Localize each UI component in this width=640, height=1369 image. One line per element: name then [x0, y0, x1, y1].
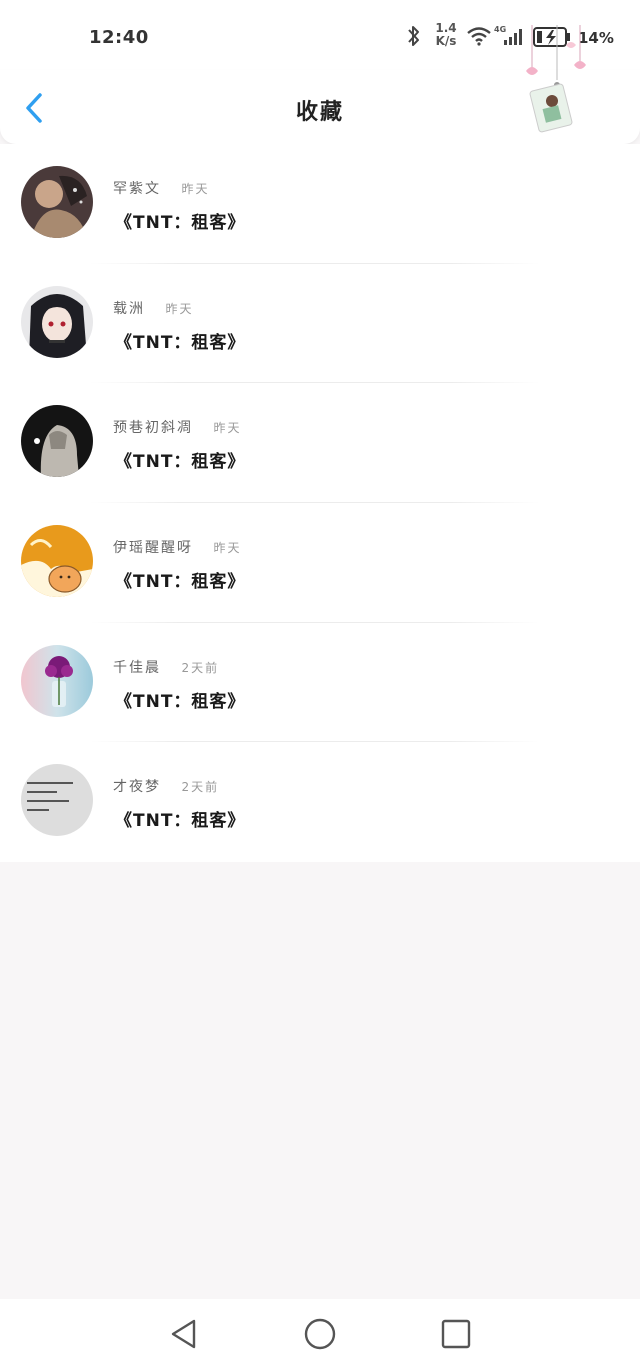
decorative-charm-icon	[526, 25, 586, 133]
favorites-list: 罕紫文 昨天 《TNT：租客》 载洲 昨天 《TNT：租客》 预巷初斜凋 昨天 …	[0, 144, 640, 862]
avatar[interactable]	[21, 644, 93, 717]
avatar-flower-vase-image	[21, 644, 93, 717]
avatar-hooded-figure-image	[21, 405, 93, 478]
work-title[interactable]: 《TNT：租客》	[115, 567, 245, 592]
status-time: 12:40	[89, 27, 149, 48]
item-time: 昨天	[181, 182, 210, 196]
item-meta: 伊瑶醒醒呀 昨天	[113, 537, 241, 557]
avatar[interactable]	[21, 285, 93, 358]
item-time: 2天前	[181, 780, 220, 795]
user-name[interactable]: 预巷初斜凋	[113, 420, 193, 436]
list-item[interactable]: 才夜梦 2天前 《TNT：租客》	[0, 742, 640, 862]
system-nav-bar	[0, 1299, 640, 1369]
user-name[interactable]: 伊瑶醒醒呀	[113, 540, 193, 556]
avatar[interactable]	[21, 525, 93, 598]
item-meta: 才夜梦 2天前	[113, 776, 219, 796]
avatar[interactable]	[21, 405, 93, 478]
item-meta: 罕紫文 昨天	[113, 178, 209, 198]
item-time: 昨天	[213, 541, 242, 556]
work-title[interactable]: 《TNT：租客》	[115, 687, 245, 712]
avatar-text-image	[21, 764, 93, 837]
work-title[interactable]: 《TNT：租客》	[115, 447, 245, 472]
avatar[interactable]	[21, 166, 93, 238]
work-title[interactable]: 《TNT：租客》	[115, 208, 245, 233]
list-item[interactable]: 载洲 昨天 《TNT：租客》	[0, 264, 640, 384]
user-name[interactable]: 罕紫文	[113, 181, 161, 197]
bluetooth-icon	[408, 26, 419, 46]
page-header: 收藏	[0, 25, 640, 144]
work-title[interactable]: 《TNT：租客》	[115, 806, 245, 831]
item-meta: 预巷初斜凋 昨天	[113, 417, 241, 437]
list-item[interactable]: 伊瑶醒醒呀 昨天 《TNT：租客》	[0, 503, 640, 623]
wifi-icon	[467, 27, 491, 46]
item-time: 昨天	[165, 301, 194, 316]
back-triangle-icon[interactable]	[168, 1317, 200, 1351]
avatar-cartoon-cat-image	[21, 525, 93, 598]
list-item[interactable]: 预巷初斜凋 昨天 《TNT：租客》	[0, 383, 640, 504]
list-item[interactable]: 千佳晨 2天前 《TNT：租客》	[0, 623, 640, 743]
user-name[interactable]: 千佳晨	[113, 660, 161, 676]
network-speed: 1.4 K/s	[433, 22, 459, 48]
item-meta: 载洲 昨天	[113, 298, 193, 318]
avatar-photo-image	[21, 166, 93, 238]
user-name[interactable]: 载洲	[113, 301, 145, 317]
item-meta: 千佳晨 2天前	[113, 657, 219, 677]
avatar[interactable]	[21, 764, 93, 837]
work-title[interactable]: 《TNT：租客》	[115, 328, 245, 353]
network-speed-unit: K/s	[435, 34, 457, 48]
recents-square-icon[interactable]	[440, 1317, 472, 1351]
list-item[interactable]: 罕紫文 昨天 《TNT：租客》	[0, 144, 640, 264]
home-circle-icon[interactable]	[303, 1317, 337, 1351]
item-time: 2天前	[181, 660, 220, 675]
item-time: 昨天	[213, 421, 242, 436]
avatar-anime-girl-image	[21, 285, 93, 358]
user-name[interactable]: 才夜梦	[113, 779, 161, 795]
